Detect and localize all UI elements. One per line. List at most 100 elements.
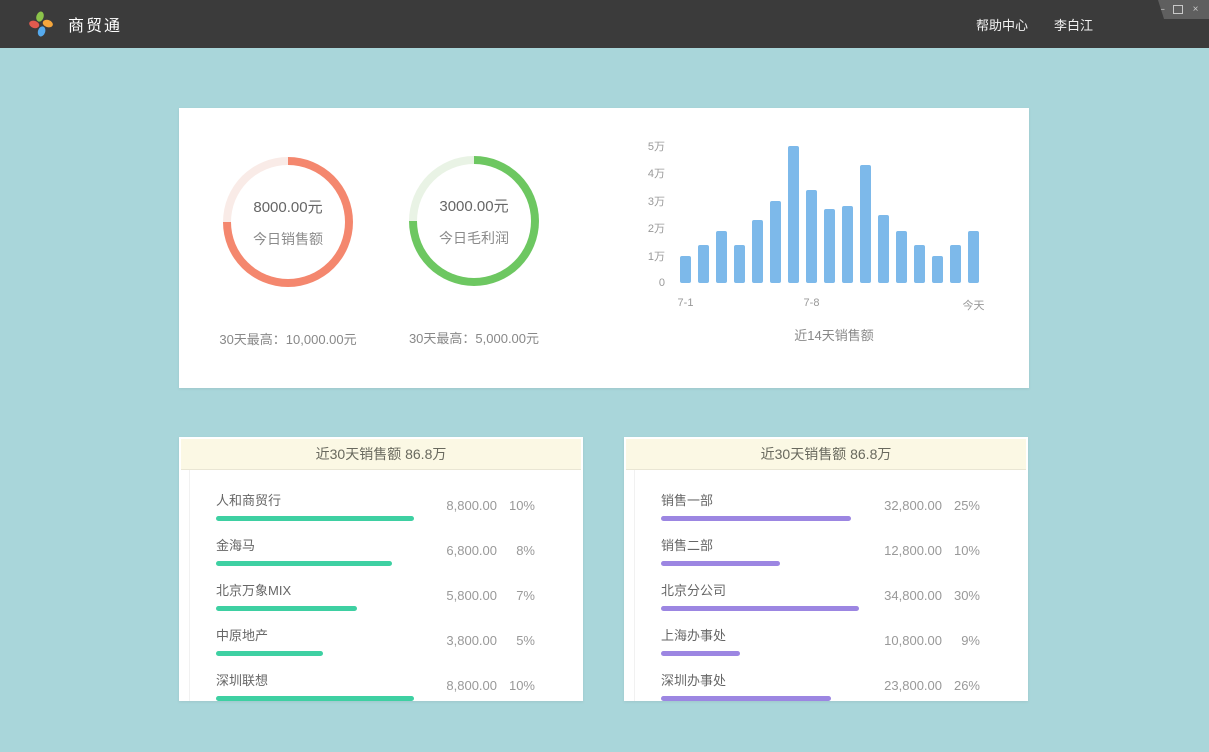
bar-series xyxy=(680,146,988,283)
list-item-percent: 25% xyxy=(942,498,980,513)
bar-day-8 xyxy=(806,190,817,283)
list-item-value: 5,800.00 xyxy=(417,588,497,603)
list-item-value: 32,800.00 xyxy=(862,498,942,513)
list-item-percent: 26% xyxy=(942,678,980,693)
x-tick-label: 今天 xyxy=(963,297,985,313)
bar-day-9 xyxy=(824,209,835,283)
list-item-percent: 10% xyxy=(497,678,535,693)
department-card-header: 近30天销售额 86.8万 xyxy=(626,439,1026,470)
list-item: 中原地产 3,800.00 5% xyxy=(216,625,535,656)
customer-list: 人和商贸行 8,800.00 10% 金海马 6,800.00 8% 北京万象M… xyxy=(189,470,583,701)
list-item-bar xyxy=(216,696,414,701)
y-tick-label: 5万 xyxy=(648,138,665,154)
list-item: 金海马 6,800.00 8% xyxy=(216,535,535,566)
list-item-label: 金海马 xyxy=(216,535,417,554)
today-profit-label: 今日毛利润 xyxy=(439,228,509,248)
help-center-link[interactable]: 帮助中心 xyxy=(976,15,1028,34)
bar-day-3 xyxy=(716,231,727,283)
list-item-bar xyxy=(216,651,323,656)
list-item-label: 人和商贸行 xyxy=(216,490,417,509)
minimize-icon[interactable]: — xyxy=(1154,4,1165,15)
list-item-value: 34,800.00 xyxy=(862,588,942,603)
list-item-bar xyxy=(661,516,851,521)
app-title: 商贸通 xyxy=(68,12,122,36)
topbar: 商贸通 帮助中心 李白江 — × xyxy=(0,0,1209,48)
bar-day-7 xyxy=(788,146,799,283)
list-item-value: 8,800.00 xyxy=(417,678,497,693)
app-logo-pinwheel-icon xyxy=(28,11,54,37)
x-tick-label: 7-1 xyxy=(678,297,694,309)
list-item-label: 中原地产 xyxy=(216,625,417,644)
list-item-bar xyxy=(661,606,859,611)
list-item-label: 北京万象MIX xyxy=(216,580,417,599)
customer-sales-card: 近30天销售额 86.8万 人和商贸行 8,800.00 10% 金海马 6,8… xyxy=(179,437,583,701)
list-item-value: 6,800.00 xyxy=(417,543,497,558)
bar-day-14 xyxy=(914,245,925,283)
today-profit-donut-ring: 3000.00元 今日毛利润 xyxy=(409,156,539,286)
list-item-percent: 10% xyxy=(942,543,980,558)
close-icon[interactable]: × xyxy=(1190,4,1201,15)
overview-card: 8000.00元 今日销售额 30天最高：10,000.00元 3000.00元… xyxy=(179,108,1029,388)
user-menu[interactable]: 李白江 xyxy=(1054,15,1093,34)
bar-day-5 xyxy=(752,220,763,283)
today-sales-30d-max: 30天最高：10,000.00元 xyxy=(193,329,383,348)
list-item-bar xyxy=(661,561,780,566)
list-item-label: 销售一部 xyxy=(661,490,862,509)
list-item-percent: 7% xyxy=(497,588,535,603)
list-item-label: 深圳办事处 xyxy=(661,670,862,689)
topbar-nav: 帮助中心 李白江 xyxy=(976,15,1093,34)
today-sales-donut-ring: 8000.00元 今日销售额 xyxy=(223,157,353,287)
x-tick-label: 7-8 xyxy=(804,297,820,309)
list-item: 北京万象MIX 5,800.00 7% xyxy=(216,580,535,611)
list-item: 北京分公司 34,800.00 30% xyxy=(661,580,980,611)
list-item: 深圳联想 8,800.00 10% xyxy=(216,670,535,701)
y-tick-label: 4万 xyxy=(648,165,665,181)
today-sales-value: 8000.00元 xyxy=(253,196,322,217)
list-item: 上海办事处 10,800.00 9% xyxy=(661,625,980,656)
bar-day-2 xyxy=(698,245,709,283)
today-profit-value: 3000.00元 xyxy=(439,195,508,216)
daily-sales-chart: 01万2万3万4万5万 7-1 7-8 今天 近14天销售额 xyxy=(619,146,988,344)
chart-title: 近14天销售额 xyxy=(680,325,988,344)
bar-day-17 xyxy=(968,231,979,283)
y-tick-label: 0 xyxy=(659,277,665,289)
bar-day-11 xyxy=(860,165,871,283)
bar-day-12 xyxy=(878,215,889,284)
bar-day-6 xyxy=(770,201,781,283)
y-tick-label: 2万 xyxy=(648,220,665,236)
list-item-bar xyxy=(216,606,357,611)
list-item-bar xyxy=(216,516,414,521)
list-item-bar xyxy=(661,696,831,701)
list-item-value: 10,800.00 xyxy=(862,633,942,648)
list-item: 人和商贸行 8,800.00 10% xyxy=(216,490,535,521)
list-item: 销售一部 32,800.00 25% xyxy=(661,490,980,521)
list-item-percent: 30% xyxy=(942,588,980,603)
today-sales-label: 今日销售额 xyxy=(253,229,323,249)
list-item-percent: 10% xyxy=(497,498,535,513)
list-item-percent: 8% xyxy=(497,543,535,558)
list-item-label: 北京分公司 xyxy=(661,580,862,599)
window-controls: — × xyxy=(1151,0,1209,19)
list-item-label: 上海办事处 xyxy=(661,625,862,644)
list-item-value: 23,800.00 xyxy=(862,678,942,693)
y-axis: 01万2万3万4万5万 xyxy=(619,146,665,283)
bar-day-16 xyxy=(950,245,961,283)
list-item-percent: 5% xyxy=(497,633,535,648)
list-item-bar xyxy=(661,651,740,656)
list-item: 销售二部 12,800.00 10% xyxy=(661,535,980,566)
department-sales-card: 近30天销售额 86.8万 销售一部 32,800.00 25% 销售二部 12… xyxy=(624,437,1028,701)
list-item-label: 深圳联想 xyxy=(216,670,417,689)
bar-day-10 xyxy=(842,206,853,283)
customer-card-header: 近30天销售额 86.8万 xyxy=(181,439,581,470)
department-list: 销售一部 32,800.00 25% 销售二部 12,800.00 10% 北京… xyxy=(634,470,1028,701)
bar-day-1 xyxy=(680,256,691,283)
today-profit-gauge: 3000.00元 今日毛利润 30天最高：5,000.00元 xyxy=(379,156,569,347)
bar-day-4 xyxy=(734,245,745,283)
list-item-label: 销售二部 xyxy=(661,535,862,554)
list-item-percent: 9% xyxy=(942,633,980,648)
list-item-bar xyxy=(216,561,392,566)
bar-day-15 xyxy=(932,256,943,283)
bar-day-13 xyxy=(896,231,907,283)
maximize-icon[interactable] xyxy=(1172,4,1183,15)
list-item: 深圳办事处 23,800.00 26% xyxy=(661,670,980,701)
